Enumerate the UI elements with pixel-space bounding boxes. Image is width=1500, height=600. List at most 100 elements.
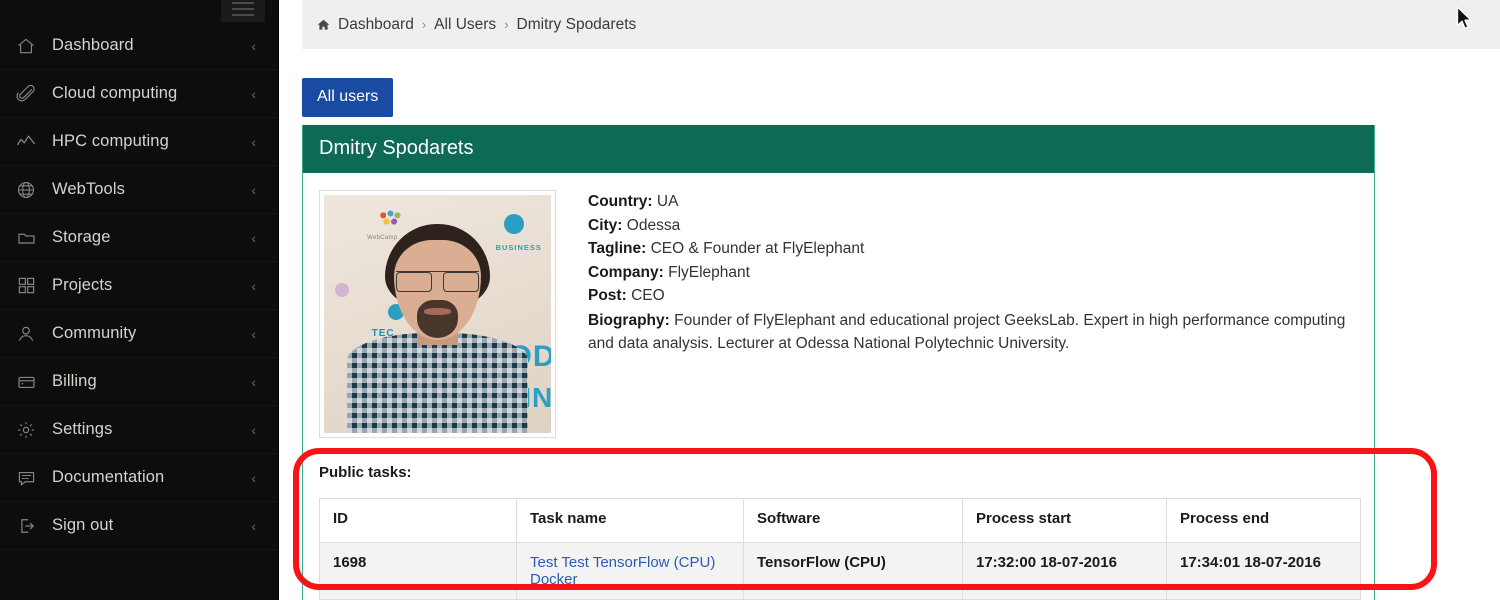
sidebar: Dashboard ‹ Cloud computing ‹ HP bbox=[0, 0, 279, 600]
profile-field-country: Country: UA bbox=[588, 190, 1358, 214]
sidebar-item-label: WebTools bbox=[52, 180, 125, 199]
home-icon bbox=[0, 36, 52, 56]
sidebar-item-cloud-computing[interactable]: Cloud computing ‹ bbox=[0, 70, 278, 118]
field-value: CEO & Founder at FlyElephant bbox=[651, 240, 865, 257]
sidebar-item-label: Settings bbox=[52, 420, 112, 439]
sidebar-item-label: Documentation bbox=[52, 468, 164, 487]
sidebar-menu: Dashboard ‹ Cloud computing ‹ HP bbox=[0, 22, 278, 550]
column-header-task-name: Task name bbox=[517, 499, 744, 543]
breadcrumb-item-dashboard[interactable]: Dashboard bbox=[338, 16, 414, 34]
profile-field-tagline: Tagline: CEO & Founder at FlyElephant bbox=[588, 237, 1358, 261]
breadcrumb: Dashboard › All Users › Dmitry Spodarets bbox=[302, 0, 1500, 49]
task-name-link[interactable]: Test Test TensorFlow (CPU) Docker bbox=[530, 554, 715, 588]
folder-icon bbox=[0, 228, 52, 248]
public-tasks-section: Public tasks: ID Task name Software Proc… bbox=[302, 450, 1375, 600]
user-profile-panel: Dmitry Spodarets WebCamp BUSINESS TEC OD… bbox=[302, 125, 1375, 455]
chevron-left-icon: ‹ bbox=[251, 135, 256, 149]
comment-icon bbox=[0, 468, 52, 488]
field-value: Founder of FlyElephant and educational p… bbox=[588, 312, 1345, 353]
paperclip-icon bbox=[0, 84, 52, 104]
gear-icon bbox=[0, 420, 52, 440]
home-icon bbox=[316, 18, 331, 32]
all-users-button[interactable]: All users bbox=[302, 78, 393, 117]
field-label: Company: bbox=[588, 264, 664, 281]
mouse-cursor bbox=[1456, 6, 1473, 36]
chevron-left-icon: ‹ bbox=[251, 87, 256, 101]
cell-software: TensorFlow (CPU) bbox=[744, 543, 963, 600]
field-value: FlyElephant bbox=[668, 264, 750, 281]
field-label: Post: bbox=[588, 287, 627, 304]
wallet-icon bbox=[0, 372, 52, 392]
chevron-left-icon: ‹ bbox=[251, 279, 256, 293]
chevron-left-icon: ‹ bbox=[251, 327, 256, 341]
sidebar-item-documentation[interactable]: Documentation ‹ bbox=[0, 454, 278, 502]
panel-body: WebCamp BUSINESS TEC OD NN bbox=[303, 173, 1374, 454]
avatar-photo: WebCamp BUSINESS TEC OD NN bbox=[324, 195, 551, 433]
public-tasks-title: Public tasks: bbox=[319, 464, 1358, 481]
chevron-left-icon: ‹ bbox=[251, 183, 256, 197]
table-head: ID Task name Software Process start Proc… bbox=[320, 499, 1361, 543]
sign-out-icon bbox=[0, 516, 52, 536]
main-content: Dashboard › All Users › Dmitry Spodarets… bbox=[279, 0, 1500, 600]
sidebar-header bbox=[0, 0, 278, 22]
profile-field-city: City: Odessa bbox=[588, 214, 1358, 238]
sidebar-item-storage[interactable]: Storage ‹ bbox=[0, 214, 278, 262]
breadcrumb-separator: › bbox=[422, 17, 426, 32]
profile-field-company: Company: FlyElephant bbox=[588, 261, 1358, 285]
sidebar-item-sign-out[interactable]: Sign out ‹ bbox=[0, 502, 278, 550]
field-label: Country: bbox=[588, 193, 653, 210]
cell-process-end: 17:34:01 18-07-2016 bbox=[1167, 543, 1361, 600]
sidebar-item-label: Billing bbox=[52, 372, 97, 391]
sidebar-item-hpc-computing[interactable]: HPC computing ‹ bbox=[0, 118, 278, 166]
sidebar-item-dashboard[interactable]: Dashboard ‹ bbox=[0, 22, 278, 70]
globe-icon bbox=[0, 180, 52, 200]
cell-task-name: Test Test TensorFlow (CPU) Docker bbox=[517, 543, 744, 600]
chevron-left-icon: ‹ bbox=[251, 423, 256, 437]
breadcrumb-item-current-user: Dmitry Spodarets bbox=[517, 16, 637, 34]
column-header-id: ID bbox=[320, 499, 517, 543]
sidebar-item-label: Community bbox=[52, 324, 136, 343]
field-label: City: bbox=[588, 217, 622, 234]
field-label: Biography: bbox=[588, 312, 670, 329]
sidebar-item-billing[interactable]: Billing ‹ bbox=[0, 358, 278, 406]
chevron-left-icon: ‹ bbox=[251, 231, 256, 245]
hamburger-menu-icon[interactable] bbox=[221, 0, 265, 22]
sidebar-item-community[interactable]: Community ‹ bbox=[0, 310, 278, 358]
sidebar-item-webtools[interactable]: WebTools ‹ bbox=[0, 166, 278, 214]
grid-icon bbox=[0, 276, 52, 295]
chevron-left-icon: ‹ bbox=[251, 519, 256, 533]
column-header-software: Software bbox=[744, 499, 963, 543]
column-header-process-end: Process end bbox=[1167, 499, 1361, 543]
sidebar-item-projects[interactable]: Projects ‹ bbox=[0, 262, 278, 310]
field-value: CEO bbox=[631, 287, 665, 304]
avatar: WebCamp BUSINESS TEC OD NN bbox=[319, 190, 556, 438]
application-root: Dashboard ‹ Cloud computing ‹ HP bbox=[0, 0, 1500, 600]
profile-field-post: Post: CEO bbox=[588, 284, 1358, 308]
sidebar-item-label: Storage bbox=[52, 228, 111, 247]
field-label: Tagline: bbox=[588, 240, 646, 257]
chevron-left-icon: ‹ bbox=[251, 471, 256, 485]
breadcrumb-item-all-users[interactable]: All Users bbox=[434, 16, 496, 34]
panel-title: Dmitry Spodarets bbox=[303, 125, 1374, 173]
public-tasks-table: ID Task name Software Process start Proc… bbox=[319, 498, 1361, 600]
cell-id: 1698 bbox=[320, 543, 517, 600]
breadcrumb-separator: › bbox=[504, 17, 508, 32]
sidebar-item-label: Sign out bbox=[52, 516, 113, 535]
field-value: UA bbox=[657, 193, 679, 210]
line-chart-icon bbox=[0, 132, 52, 152]
table-body: 1698 Test Test TensorFlow (CPU) Docker T… bbox=[320, 543, 1361, 600]
sidebar-item-label: Cloud computing bbox=[52, 84, 177, 103]
sidebar-item-label: Projects bbox=[52, 276, 112, 295]
sidebar-item-label: Dashboard bbox=[52, 36, 134, 55]
table-row: 1698 Test Test TensorFlow (CPU) Docker T… bbox=[320, 543, 1361, 600]
profile-details: Country: UA City: Odessa Tagline: CEO & … bbox=[588, 190, 1358, 356]
chevron-left-icon: ‹ bbox=[251, 375, 256, 389]
chevron-left-icon: ‹ bbox=[251, 39, 256, 53]
sidebar-item-settings[interactable]: Settings ‹ bbox=[0, 406, 278, 454]
field-value: Odessa bbox=[627, 217, 680, 234]
column-header-process-start: Process start bbox=[963, 499, 1167, 543]
sidebar-item-label: HPC computing bbox=[52, 132, 169, 151]
table-header-row: ID Task name Software Process start Proc… bbox=[320, 499, 1361, 543]
user-icon bbox=[0, 324, 52, 344]
profile-field-biography: Biography: Founder of FlyElephant and ed… bbox=[588, 309, 1358, 356]
